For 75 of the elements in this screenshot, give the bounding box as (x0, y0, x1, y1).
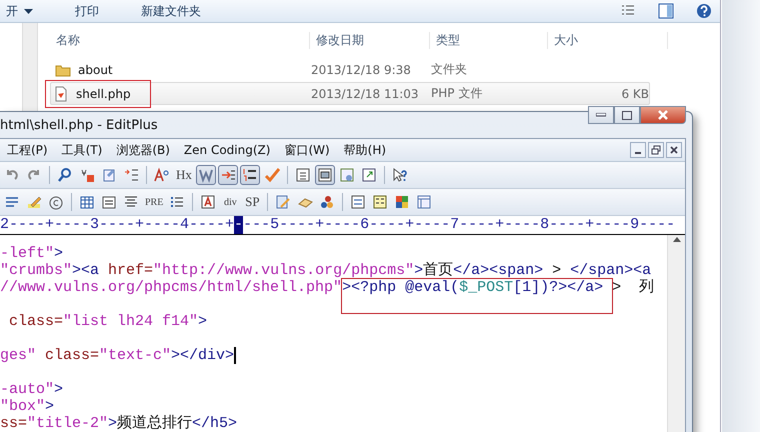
scrollbar[interactable] (22, 23, 38, 113)
toolbar-button[interactable]: SP (242, 192, 262, 212)
table-icon (79, 194, 95, 210)
toolbar-button[interactable]: 新建文件夹 (135, 2, 207, 20)
column-ruler: 2----+----3----+----4----+----5----+----6----+----7----+----8----+----9---- (0, 216, 685, 235)
file-date: 2013/12/18 9:38 (311, 62, 412, 76)
form-icon (350, 194, 366, 210)
restore-icon (651, 145, 661, 155)
help-icon (696, 3, 712, 19)
code-line: -left"> (0, 245, 64, 262)
toolbar-button[interactable] (315, 165, 335, 185)
italic-w-icon (198, 167, 214, 183)
file-row[interactable]: about 2013/12/18 9:38 文件夹 (50, 58, 650, 81)
layout-panel-icon (317, 167, 333, 183)
close-icon (657, 110, 669, 120)
toolbar-button[interactable]: PRE (143, 192, 166, 212)
checkmark-icon (264, 167, 280, 183)
file-type: 文件夹 (431, 61, 468, 78)
restore-button[interactable] (648, 142, 664, 158)
toolbar-button[interactable] (240, 165, 260, 185)
minimize-icon (596, 113, 606, 117)
code-line: ss="title-2">频道总排行</h5> (0, 415, 238, 432)
numbered-list-icon (123, 167, 139, 183)
frame-a-icon (200, 194, 216, 210)
file-date: 2013/12/18 11:03 (311, 86, 420, 100)
toolbar-button[interactable]: 开 (0, 2, 39, 20)
code-line: "crumbs"><a href="http://www.vulns.org/phpcms">首页</a><span> > </span><a (0, 262, 652, 279)
grid-form-icon (372, 194, 388, 210)
column-header[interactable]: 类型 (430, 32, 548, 48)
palette-icon (319, 194, 336, 210)
minimize-button[interactable] (588, 106, 614, 124)
toolbar-button[interactable] (218, 165, 238, 185)
toolbar-button[interactable]: 打印 (69, 2, 105, 20)
pencil-icon (26, 194, 42, 210)
close-button[interactable] (666, 142, 682, 158)
window-title: html\shell.php - EditPlus (0, 118, 158, 132)
text-box-icon (101, 194, 117, 210)
menu-item[interactable]: 工具(T) (54, 142, 110, 158)
code-line: ges" class="text-c"></div> (0, 347, 234, 364)
window-icon (339, 167, 355, 183)
file-name: about (77, 62, 114, 76)
edit-note-icon (275, 194, 292, 210)
menu-item[interactable]: 工程(P) (0, 142, 55, 158)
minimize-button[interactable] (630, 142, 646, 158)
code-line: -auto"> (0, 381, 64, 398)
search-icon (57, 167, 73, 183)
scroll-up-icon[interactable] (672, 237, 680, 242)
list-panel-icon (295, 167, 311, 183)
document-icon (53, 86, 69, 102)
code-line: class="list lh24 f14"> (8, 313, 208, 330)
file-size: 6 KB (620, 86, 649, 100)
column-header[interactable]: 大小 (548, 32, 668, 48)
file-name: shell.php (75, 86, 132, 100)
window-layout-icon (416, 194, 432, 210)
menu-item[interactable]: 浏览器(B) (109, 142, 177, 158)
close-icon (670, 146, 678, 154)
menu-item[interactable]: 帮助(H) (336, 142, 394, 158)
close-button[interactable] (640, 106, 686, 124)
file-type: PHP 文件 (431, 85, 484, 102)
menu-item[interactable]: 窗口(W) (277, 142, 337, 158)
copyright-icon (48, 194, 64, 210)
preview-pane-icon (658, 3, 674, 19)
bullet-list-icon (169, 194, 186, 210)
color-grid-icon (394, 194, 410, 210)
toolbar-button[interactable]: div (220, 192, 240, 212)
toolbar-button[interactable]: Hx (174, 165, 194, 185)
font-icon (154, 167, 170, 183)
help-cursor-icon (392, 167, 408, 183)
document-icon (101, 167, 117, 183)
code-line: "box"> (0, 398, 54, 415)
column-header[interactable]: 名称 (50, 32, 310, 48)
maximize-button[interactable] (614, 106, 640, 124)
maximize-icon (622, 110, 632, 120)
menu-item[interactable]: Zen Coding(Z) (176, 143, 278, 157)
column-header[interactable]: 修改日期 (310, 32, 430, 48)
